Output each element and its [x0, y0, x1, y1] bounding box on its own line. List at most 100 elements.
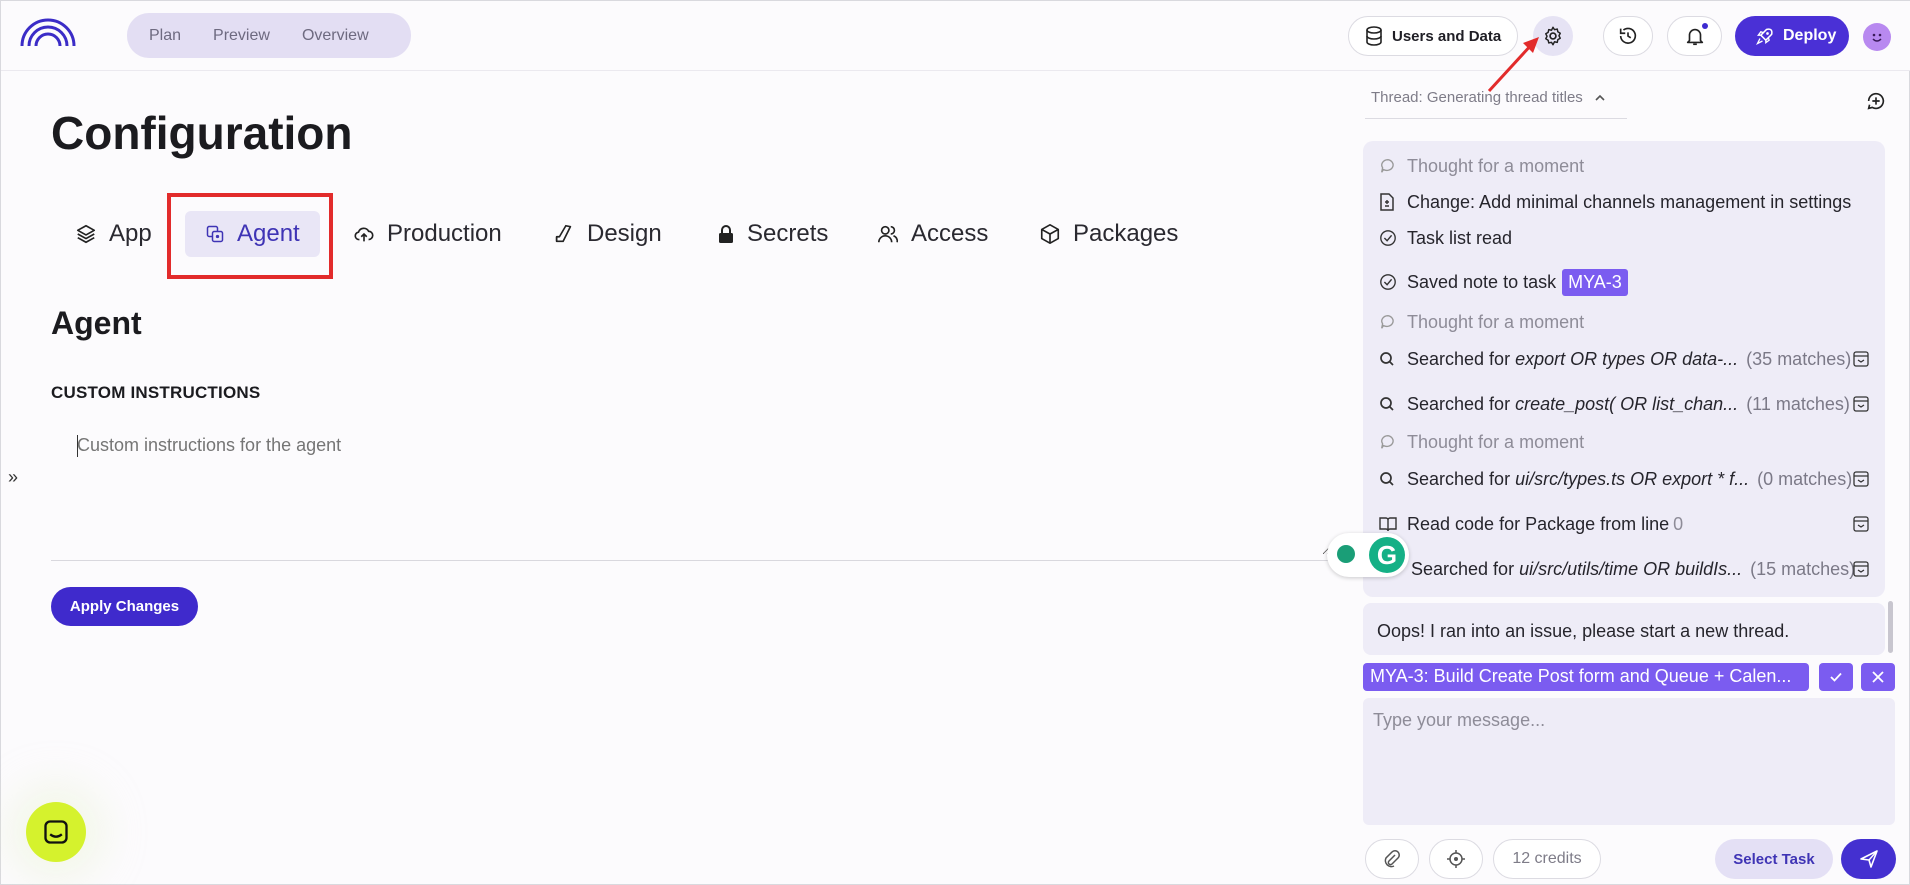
check-circle-icon	[1380, 230, 1396, 246]
list-item[interactable]: Read code for Package from line 0	[1379, 511, 1869, 537]
apply-changes-button[interactable]: Apply Changes	[51, 587, 198, 626]
notifications-button[interactable]	[1667, 16, 1722, 56]
history-button[interactable]	[1603, 16, 1653, 56]
tab-production-label: Production	[387, 220, 502, 247]
history-icon	[1619, 27, 1637, 44]
text-caret	[77, 435, 78, 457]
activity-log: Thought for a moment Change: Add minimal…	[1363, 141, 1885, 597]
annotation-highlight-box	[167, 193, 333, 279]
check-circle-icon	[1380, 274, 1396, 290]
custom-instructions-label: CUSTOM INSTRUCTIONS	[51, 383, 261, 402]
target-button[interactable]	[1429, 839, 1483, 879]
database-icon	[1366, 26, 1382, 46]
error-message: Oops! I ran into an issue, please start …	[1363, 603, 1885, 655]
tab-design[interactable]: Design	[553, 211, 662, 257]
crosshair-icon	[1447, 850, 1465, 868]
paperclip-icon	[1384, 850, 1400, 868]
stack-icon	[76, 224, 96, 244]
package-icon	[1040, 224, 1060, 244]
tab-secrets-label: Secrets	[747, 220, 829, 247]
tab-production[interactable]: Production	[353, 211, 502, 257]
section-title: Agent	[51, 305, 142, 341]
custom-instructions-input[interactable]	[51, 425, 1331, 555]
scrollbar[interactable]	[1888, 601, 1893, 653]
thread-header[interactable]: Thread: Generating thread titles	[1371, 89, 1607, 106]
list-item: Thought for a moment	[1379, 309, 1869, 335]
nav-plan[interactable]: Plan	[149, 27, 181, 45]
lightbulb-icon	[1337, 545, 1355, 563]
speech-bubble-icon	[1381, 315, 1394, 329]
notification-dot	[1702, 23, 1708, 29]
speech-bubble-icon	[1381, 435, 1394, 449]
deploy-button[interactable]: Deploy	[1735, 16, 1849, 56]
top-bar: Plan Preview Overview Users and Data Dep…	[1, 1, 1910, 71]
list-item[interactable]: Searched for ui/src/types.ts OR export *…	[1379, 466, 1869, 492]
avatar[interactable]	[1863, 23, 1891, 51]
nav-preview[interactable]: Preview	[213, 27, 270, 45]
list-item[interactable]: Change: Add minimal channels management …	[1379, 189, 1869, 215]
face-icon	[1872, 33, 1882, 42]
expand-icon[interactable]	[1853, 351, 1869, 367]
tab-packages-label: Packages	[1073, 220, 1179, 247]
message-input[interactable]: Type your message...	[1363, 698, 1895, 825]
credits-badge: 12 credits	[1493, 839, 1601, 879]
task-tag[interactable]: MYA-3	[1562, 268, 1628, 296]
list-item: Thought for a moment	[1379, 429, 1869, 455]
annotation-arrow-icon	[1487, 37, 1539, 93]
list-item[interactable]: Task list read	[1379, 225, 1869, 251]
file-diff-icon	[1380, 193, 1394, 211]
expand-icon[interactable]	[1853, 471, 1869, 487]
list-item: Thought for a moment	[1379, 153, 1869, 179]
thread-title: Thread: Generating thread titles	[1371, 89, 1583, 106]
search-icon	[1380, 397, 1394, 411]
chevron-up-icon	[1595, 94, 1605, 101]
mode-switcher: Plan Preview Overview	[127, 13, 411, 58]
selected-task-chip[interactable]: MYA-3: Build Create Post form and Queue …	[1363, 663, 1809, 691]
expand-sidebar-icon[interactable]: »	[8, 467, 18, 488]
grammarly-widget[interactable]: G	[1327, 533, 1409, 577]
expand-icon[interactable]	[1853, 396, 1869, 412]
tab-design-label: Design	[587, 220, 662, 247]
book-icon	[1379, 517, 1397, 532]
users-icon	[878, 225, 899, 243]
expand-icon[interactable]	[1853, 516, 1869, 532]
lock-icon	[719, 225, 733, 243]
search-icon	[1380, 352, 1394, 366]
new-thread-icon[interactable]	[1865, 90, 1887, 112]
confirm-task-button[interactable]	[1819, 663, 1853, 691]
close-icon	[1872, 671, 1884, 683]
tab-secrets[interactable]: Secrets	[717, 211, 828, 257]
gear-icon	[1545, 26, 1561, 46]
tab-packages[interactable]: Packages	[1039, 211, 1178, 257]
design-icon	[555, 224, 572, 243]
list-item[interactable]: Searched for create_post( OR list_chan..…	[1379, 391, 1869, 417]
credits-label: 12 credits	[1512, 850, 1582, 867]
check-icon	[1830, 672, 1842, 682]
send-button[interactable]	[1841, 839, 1896, 879]
chat-icon	[44, 820, 68, 844]
divider	[51, 560, 1341, 561]
tab-access-label: Access	[911, 220, 989, 247]
tab-access[interactable]: Access	[877, 211, 988, 257]
expand-icon[interactable]	[1853, 561, 1869, 577]
attach-button[interactable]	[1365, 839, 1419, 879]
list-item[interactable]: Searched for ui/src/utils/time OR buildI…	[1411, 556, 1869, 582]
cloud-icon	[354, 227, 374, 242]
deploy-label: Deploy	[1783, 27, 1837, 44]
thread-underline	[1365, 118, 1627, 119]
speech-bubble-icon	[1381, 159, 1394, 173]
tab-app-label: App	[109, 220, 152, 247]
page-title: Configuration	[51, 107, 353, 159]
tab-app[interactable]: App	[75, 211, 152, 257]
grammarly-logo-icon[interactable]: G	[1369, 537, 1405, 573]
send-icon	[1859, 850, 1878, 868]
search-icon	[1380, 472, 1394, 486]
rocket-icon	[1756, 28, 1773, 45]
support-chat-button[interactable]	[26, 802, 86, 862]
remove-task-button[interactable]	[1861, 663, 1895, 691]
list-item[interactable]: Saved note to task MYA-3	[1379, 268, 1869, 296]
logo-rainbow-icon[interactable]	[19, 16, 77, 48]
list-item[interactable]: Searched for export OR types OR data-...…	[1379, 346, 1869, 372]
nav-overview[interactable]: Overview	[302, 27, 369, 45]
select-task-button[interactable]: Select Task	[1715, 839, 1833, 879]
